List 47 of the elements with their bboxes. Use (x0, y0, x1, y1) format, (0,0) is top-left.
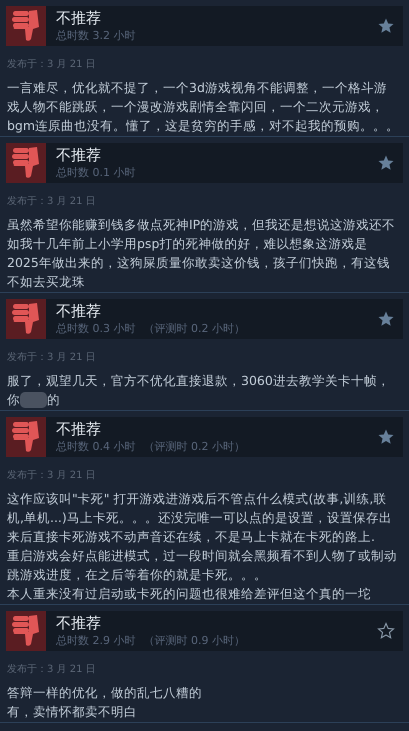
review-text: 服了，观望几天，官方不优化直接退款，3060进去教学关卡十帧， (7, 372, 390, 390)
verdict-title: 不推荐 (56, 9, 102, 28)
review-text: 重启游戏会好点能进模式，过一段时间就会黑频看不到人物了或制动 (7, 547, 397, 565)
review-text: 戏人物不能跳跃，一个漫改游戏剧情全靠闪回，一个二次元游戏， (7, 98, 384, 116)
review-text: 不如去买龙珠 (7, 273, 85, 291)
thumbs-down-icon (6, 143, 46, 183)
hours-played: 总时数 0.3 小时 (56, 321, 136, 336)
hours-played: 总时数 3.2 小时 (56, 28, 136, 43)
verdict-title: 不推荐 (56, 614, 102, 633)
review-text: 来后直接卡死游戏不动声音还在续，不是马上卡就在卡死的路上. (7, 528, 375, 546)
posted-date: 发布于：3 月 21 日 (7, 195, 97, 209)
hours-played: 总时数 2.9 小时 (56, 633, 136, 648)
thumbs-down-icon (6, 611, 46, 651)
star-icon[interactable] (377, 310, 395, 328)
verdict-title: 不推荐 (56, 146, 102, 165)
thumbs-down-icon (6, 417, 46, 457)
review-text: 这作应该叫"卡死" 打开游戏进游戏后不管点什么模式(故事,训练,联 (7, 490, 386, 508)
review-text: 的 (47, 391, 60, 409)
review-text: 2025年做出来的，这狗屎质量你敢卖这价钱，孩子们快跑，有这钱 (7, 254, 390, 272)
review-text: 如我十几年前上小学用psp打的死神做的好，难以想象这游戏是 (7, 235, 368, 253)
review-time: （评测时 0.2 小时） (144, 439, 245, 454)
review-text: 你 (7, 391, 20, 409)
review-text: 虽然希望你能赚到钱多做点死神IP的游戏，但我还是想说这游戏还不 (7, 216, 396, 234)
hours-played: 总时数 0.4 小时 (56, 439, 136, 454)
verdict-title: 不推荐 (56, 302, 102, 321)
star-icon[interactable] (377, 17, 395, 35)
thumbs-down-icon (6, 6, 46, 46)
star-icon[interactable] (377, 154, 395, 172)
thumbs-down-icon (6, 299, 46, 339)
review-text: 机,单机...)马上卡死。。。还没完唯一可以点的是设置，设置保存出 (7, 509, 392, 527)
verdict-title: 不推荐 (56, 420, 102, 439)
review-text: 一言难尽，优化就不提了，一个3d游戏视角不能调整，一个格斗游 (7, 79, 387, 97)
review-text: 本人重来没有过启动或卡死的问题也很难给差评但这个真的一坨 (7, 585, 371, 603)
review-text: 跳游戏进度，在之后等着你的就是卡死。。。 (7, 566, 267, 584)
posted-date: 发布于：3 月 21 日 (7, 58, 97, 72)
blurred-text (20, 392, 47, 408)
review-text: bgm连原曲也没有。懂了，这是贫穷的手感，对不起我的预购。。。 (7, 117, 400, 135)
review-time: （评测时 0.2 小时） (144, 321, 245, 336)
star-icon[interactable] (377, 622, 395, 640)
posted-date: 发布于：3 月 21 日 (7, 469, 97, 483)
review-text: 有，卖情怀都卖不明白 (7, 703, 137, 721)
star-icon[interactable] (377, 428, 395, 446)
posted-date: 发布于：3 月 21 日 (7, 351, 97, 365)
hours-played: 总时数 0.1 小时 (56, 165, 136, 180)
review-text: 答辩一样的优化，做的乱七八糟的 (7, 684, 202, 702)
posted-date: 发布于：3 月 21 日 (7, 663, 97, 677)
review-time: （评测时 0.9 小时） (144, 633, 245, 648)
